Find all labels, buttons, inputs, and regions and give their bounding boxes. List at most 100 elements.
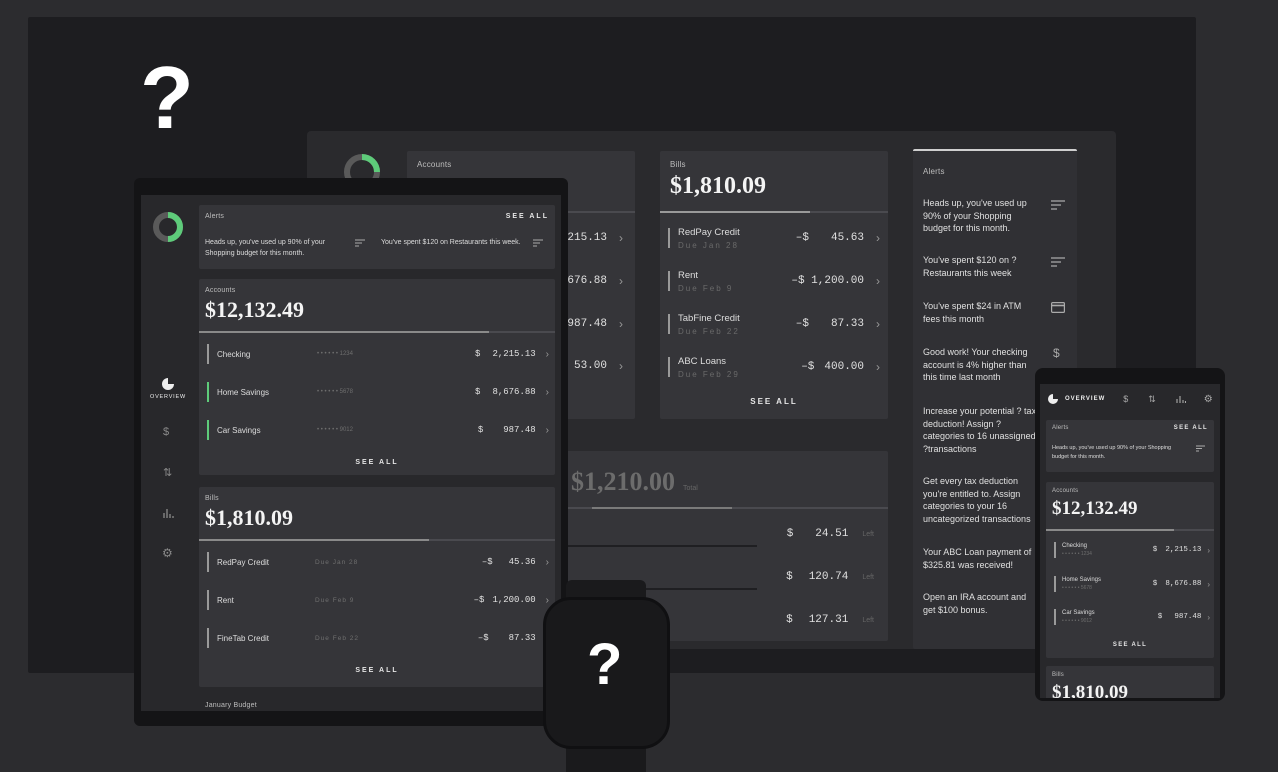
dollar-nav-icon[interactable]: $ [163, 426, 169, 438]
settings-nav-icon[interactable]: ⚙ [1204, 394, 1213, 405]
bill-amount: 87.33 [508, 633, 536, 643]
tablet-accounts-see-all-button[interactable]: SEE ALL [199, 459, 555, 466]
tablet-account-row[interactable]: Car Savings • • • • • • 9012 $ 987.48 › [207, 415, 549, 445]
alert-text: Open an IRA account and get $100 bonus. [923, 592, 1027, 615]
tablet-bill-row[interactable]: Rent Due Feb 9 –$ 1,200.00 › [207, 585, 549, 615]
account-mask: • • • • • • 9012 [1062, 618, 1092, 624]
tablet-alerts-card: Alerts SEE ALL Heads up, you've used up … [199, 205, 555, 269]
tablet-bill-row[interactable]: FineTab Credit Due Feb 22 –$ 87.33 › [207, 623, 549, 653]
settings-nav-icon[interactable]: ⚙ [162, 546, 173, 560]
account-name: Checking [217, 349, 251, 359]
alert-text: Heads up, you've used up 90% of your Sho… [205, 239, 326, 257]
desktop-alert-item[interactable]: Heads up, you've used up 90% of your Sho… [923, 197, 1071, 235]
tablet-bills-card: Bills $1,810.09 RedPay Credit Due Jan 28… [199, 487, 555, 687]
desktop-alert-item[interactable]: You've spent $24 in ATM fees this month [923, 300, 1071, 325]
desktop-bills-see-all-button[interactable]: SEE ALL [660, 397, 888, 406]
overview-icon[interactable] [1048, 394, 1058, 404]
desktop-accounts-label: Accounts [417, 160, 452, 169]
tablet-accounts-divider [199, 331, 555, 333]
tablet-nav-overview[interactable]: OVERVIEW [147, 378, 189, 400]
bill-sign: –$ [477, 633, 489, 643]
phone-account-row[interactable]: Car Savings • • • • • • 9012 $ 987.48 › [1054, 605, 1210, 629]
account-name: Checking [1062, 543, 1088, 549]
phone-accounts-divider [1046, 529, 1214, 531]
desktop-bill-row[interactable]: RedPay Credit Due Jan 28 –$ 45.63 › [668, 221, 880, 255]
budget-amount: 24.51 [815, 528, 849, 540]
desktop-bill-row[interactable]: Rent Due Feb 9 –$ 1,200.00 › [668, 264, 880, 298]
bill-amount: 45.63 [830, 232, 864, 244]
account-amount: 8,676.88 [492, 387, 536, 397]
tablet-alert-item[interactable]: You've spent $120 on Restaurants this we… [381, 237, 549, 248]
alert-text: Your ABC Loan payment of $325.81 was rec… [923, 547, 1032, 570]
bill-due: Due Feb 22 [678, 326, 740, 336]
budget-sign: $ [786, 614, 793, 626]
bill-due: Due Feb 9 [678, 283, 734, 293]
chevron-right-icon: › [1207, 545, 1210, 555]
account-name: Car Savings [1062, 610, 1095, 616]
phone-account-row[interactable]: Home Savings • • • • • • 5678 $ 8,676.88 … [1054, 572, 1210, 596]
phone-account-row[interactable]: Checking • • • • • • 1234 $ 2,215.13 › [1054, 538, 1210, 562]
bill-due: Due Feb 22 [315, 634, 359, 642]
tablet-alert-item[interactable]: Heads up, you've used up 90% of your Sho… [205, 237, 369, 259]
account-amount: 2,215.13 [1165, 546, 1202, 554]
tablet-account-row[interactable]: Checking • • • • • • 1234 $ 2,215.13 › [207, 339, 549, 369]
tablet-bills-see-all-button[interactable]: SEE ALL [199, 667, 555, 674]
tablet-alerts-see-all-button[interactable]: SEE ALL [506, 213, 549, 220]
desktop-bill-row[interactable]: ABC Loans Due Feb 29 –$ 400.00 › [668, 350, 880, 384]
transfer-nav-icon[interactable]: ⇅ [1148, 394, 1156, 405]
phone-accounts-see-all-button[interactable]: SEE ALL [1046, 642, 1214, 648]
bill-due: Due Jan 28 [678, 240, 739, 250]
desktop-account-amount: 676.88 [567, 275, 607, 287]
chevron-right-icon: › [876, 274, 880, 288]
account-mask: • • • • • • 1234 [317, 351, 353, 357]
budget-sign: $ [786, 528, 794, 540]
account-name: Home Savings [217, 387, 270, 397]
alert-text: You've spent $24 in ATM fees this month [923, 301, 1022, 324]
phone-alert-item[interactable]: Heads up, you've used up 90% of your Sho… [1052, 444, 1210, 462]
account-amount: 987.48 [503, 425, 536, 435]
budget-suffix: Left [862, 573, 874, 581]
budget-amount: 120.74 [808, 571, 849, 583]
account-mask: • • • • • • 5678 [317, 389, 353, 395]
tablet-account-row[interactable]: Home Savings • • • • • • 5678 $ 8,676.88… [207, 377, 549, 407]
chevron-right-icon: › [545, 594, 549, 606]
alert-text: Increase your potential ? tax deduction!… [923, 406, 1037, 454]
phone-alerts-see-all-button[interactable]: SEE ALL [1174, 425, 1208, 431]
phone-bills-label: Bills [1052, 672, 1065, 678]
budget-amount: 127.31 [808, 614, 849, 626]
chevron-right-icon: › [545, 556, 549, 568]
transfer-nav-icon[interactable]: ⇅ [163, 466, 172, 479]
desktop-alert-item[interactable]: You've spent $120 on ? Restaurants this … [923, 254, 1071, 279]
desktop-account-amount: 987.48 [567, 318, 607, 330]
desktop-account-amount: 53.00 [573, 360, 607, 372]
tablet-accounts-card: Accounts $12,132.49 Checking • • • • • •… [199, 279, 555, 475]
chart-nav-icon[interactable] [162, 508, 174, 518]
phone-nav: OVERVIEW $ ⇅ ⚙ [1040, 390, 1220, 408]
mystery-question-mark: ? [140, 48, 194, 147]
dollar-nav-icon[interactable]: $ [1123, 394, 1128, 404]
desktop-bills-label: Bills [670, 160, 686, 169]
phone-accounts-card: Accounts $12,132.49 Checking • • • • • • … [1046, 482, 1214, 658]
phone-accounts-label: Accounts [1052, 488, 1079, 494]
bill-sign: –$ [795, 232, 809, 244]
sort-icon [1051, 200, 1065, 235]
account-sign: $ [475, 349, 481, 359]
budget-suffix: Left [862, 530, 874, 538]
tablet-bill-row[interactable]: RedPay Credit Due Jan 28 –$ 45.36 › [207, 547, 549, 577]
bill-name: RedPay Credit [678, 226, 740, 238]
account-sign: $ [477, 425, 484, 435]
tablet-logo [152, 211, 184, 243]
bill-amount: –$ 1,200.00 [791, 275, 864, 287]
account-sign: $ [475, 387, 481, 397]
account-amount: 987.48 [1174, 613, 1202, 621]
tablet-screen: ■ ◆ ▼ OVERVIEW $ ⇅ ⚙ Alerts SEE ALL Head… [141, 195, 561, 711]
chevron-right-icon: › [876, 231, 880, 245]
desktop-account-amount: 215.13 [567, 232, 607, 244]
bill-name: Rent [678, 269, 699, 281]
chevron-right-icon: › [1207, 612, 1210, 622]
chart-nav-icon[interactable] [1176, 395, 1186, 403]
desktop-bill-row[interactable]: TabFine Credit Due Feb 22 –$ 87.33 › [668, 307, 880, 341]
desktop-budget-row[interactable]: $ 24.51 Left [567, 519, 888, 549]
desktop-budget-total: $1,210.00 [571, 467, 675, 496]
phone-nav-overview-label[interactable]: OVERVIEW [1065, 396, 1105, 402]
